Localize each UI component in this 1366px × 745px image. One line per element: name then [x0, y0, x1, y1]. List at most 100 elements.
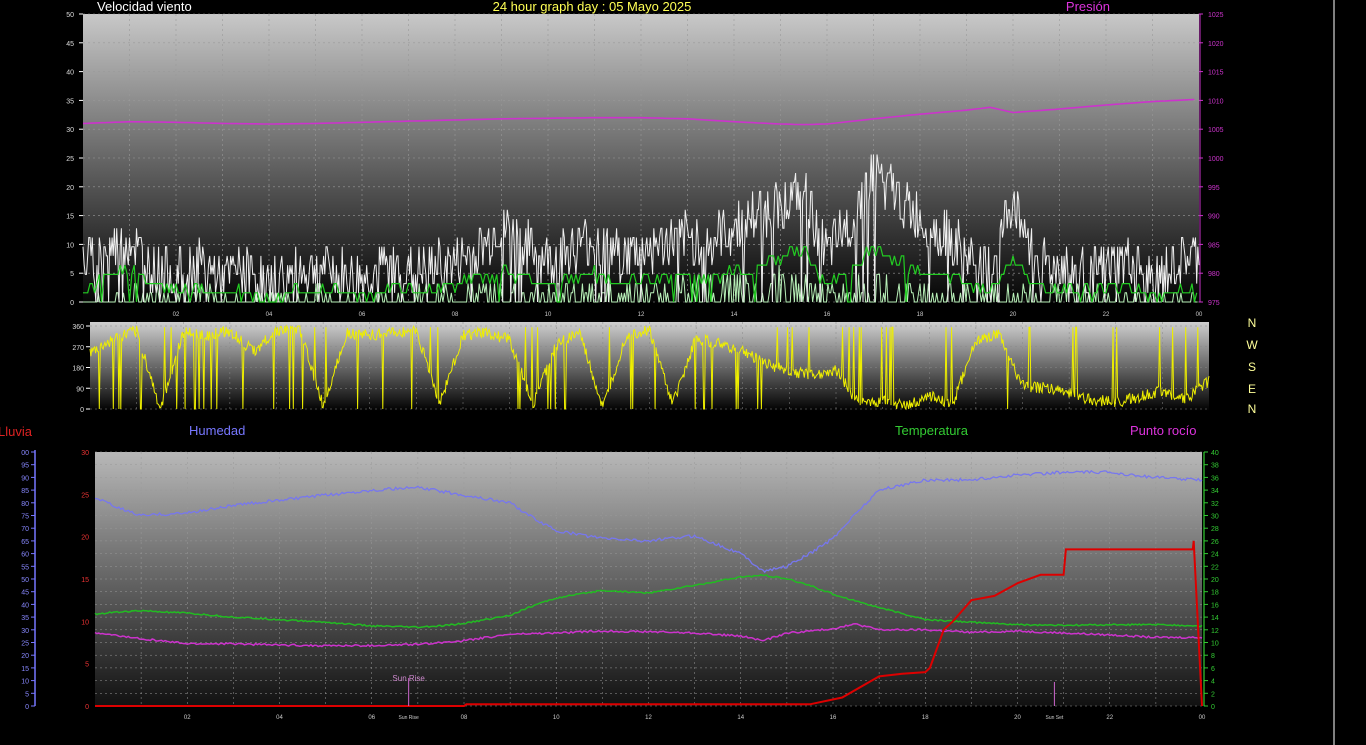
temperature-y-tick: 24 — [1211, 552, 1219, 559]
direction-y-tick: 0 — [80, 407, 84, 414]
wind-x-tick: 00 — [1196, 312, 1203, 318]
humidity-y-tick: 95 — [21, 463, 29, 470]
wind-y-tick: 5 — [70, 271, 74, 278]
temperature-y-tick: 38 — [1211, 463, 1219, 470]
humidity-y-tick: 90 — [21, 475, 29, 482]
pressure-y-tick: 1020 — [1208, 41, 1224, 48]
humidity-y-tick: 65 — [21, 539, 29, 546]
temperature-y-tick: 8 — [1211, 653, 1215, 660]
temp-x-tick: 06 — [368, 715, 375, 721]
compass-s: S — [1248, 360, 1256, 374]
temperature-y-tick: 34 — [1211, 488, 1219, 495]
wind-x-tick: 14 — [731, 312, 738, 318]
compass-n-top: N — [1248, 316, 1257, 330]
compass-n-bottom: N — [1248, 402, 1257, 416]
pressure-y-tick: 1015 — [1208, 70, 1224, 77]
temperature-y-tick: 2 — [1211, 691, 1215, 698]
direction-y-tick: 90 — [76, 386, 84, 393]
humidity-y-tick: 25 — [21, 641, 29, 648]
wind-x-tick: 10 — [545, 312, 552, 318]
wind-x-tick: 08 — [452, 312, 459, 318]
compass-w: W — [1246, 338, 1258, 352]
temperature-y-tick: 40 — [1211, 450, 1219, 457]
humidity-y-tick: 55 — [21, 564, 29, 571]
temperature-y-tick: 30 — [1211, 514, 1219, 521]
direction-axes: 0 90 180 270 360 — [72, 324, 90, 414]
direction-y-tick: 270 — [72, 345, 84, 352]
temperature-y-tick: 6 — [1211, 666, 1215, 673]
temp-x-tick: 04 — [276, 715, 283, 721]
wind-x-tick: 22 — [1103, 312, 1110, 318]
pressure-y-tick: 975 — [1208, 300, 1220, 307]
pressure-y-tick: 985 — [1208, 242, 1220, 249]
temperature-y-tick: 26 — [1211, 539, 1219, 546]
humidity-y-tick: 70 — [21, 526, 29, 533]
humidity-y-tick: 85 — [21, 488, 29, 495]
temp-x-tick: 18 — [922, 715, 929, 721]
temperature-label: Temperatura — [895, 423, 969, 438]
sunset-axis-label: Sun Set — [1046, 715, 1064, 721]
graph-title: 24 hour graph day : 05 Mayo 2025 — [493, 0, 692, 14]
rain-y-tick: 15 — [81, 577, 89, 584]
compass-e: E — [1248, 382, 1256, 396]
rain-y-tick: 20 — [81, 535, 89, 542]
temperature-y-tick: 0 — [1211, 704, 1215, 711]
wind-y-tick: 10 — [66, 242, 74, 249]
wind-y-tick: 25 — [66, 156, 74, 163]
humidity-y-tick: 30 — [21, 628, 29, 635]
wind-y-tick: 45 — [66, 41, 74, 48]
wind-y-tick: 0 — [70, 300, 74, 307]
humidity-y-tick: 15 — [21, 666, 29, 673]
temp-x-tick: 00 — [1199, 715, 1206, 721]
rain-y-tick: 0 — [85, 704, 89, 711]
temp-x-tick: 02 — [184, 715, 191, 721]
wind-x-tick: 18 — [917, 312, 924, 318]
temperature-y-tick: 22 — [1211, 564, 1219, 571]
humidity-y-tick: 35 — [21, 615, 29, 622]
temperature-y-tick: 12 — [1211, 628, 1219, 635]
wind-x-tick: 02 — [173, 312, 180, 318]
humidity-y-tick: 60 — [21, 552, 29, 559]
humidity-y-tick: 00 — [21, 450, 29, 457]
wind-x-tick: 12 — [638, 312, 645, 318]
pressure-y-tick: 1025 — [1208, 12, 1224, 19]
temperature-y-tick: 14 — [1211, 615, 1219, 622]
wind-y-tick: 15 — [66, 214, 74, 221]
temp-x-tick: 22 — [1106, 715, 1113, 721]
temperature-y-tick: 16 — [1211, 602, 1219, 609]
direction-y-tick: 180 — [72, 366, 84, 373]
pressure-y-tick: 980 — [1208, 271, 1220, 278]
wind-x-tick: 16 — [824, 312, 831, 318]
pressure-y-tick: 1000 — [1208, 156, 1224, 163]
dewpoint-label: Punto rocío — [1130, 423, 1197, 438]
wind-speed-label: Velocidad viento — [97, 0, 192, 14]
temperature-y-tick: 4 — [1211, 679, 1215, 686]
rain-y-tick: 30 — [81, 450, 89, 457]
temp-x-tick: 14 — [737, 715, 744, 721]
pressure-y-tick: 990 — [1208, 214, 1220, 221]
temperature-y-tick: 32 — [1211, 501, 1219, 508]
sunrise-axis-label: Sun Rise — [399, 715, 420, 721]
temperature-y-tick: 36 — [1211, 475, 1219, 482]
wind-y-tick: 35 — [66, 98, 74, 105]
wind-y-tick: 40 — [66, 70, 74, 77]
rain-label: Lluvia — [0, 424, 33, 439]
humidity-y-tick: 5 — [25, 691, 29, 698]
sunrise-label: Sun Rise — [392, 674, 425, 683]
humidity-y-tick: 20 — [21, 653, 29, 660]
temperature-y-tick: 10 — [1211, 641, 1219, 648]
pressure-label: Presión — [1066, 0, 1110, 14]
temp-x-tick: 20 — [1014, 715, 1021, 721]
temp-x-tick: 10 — [553, 715, 560, 721]
humidity-y-tick: 50 — [21, 577, 29, 584]
temp-x-tick: 12 — [645, 715, 652, 721]
temperature-y-tick: 20 — [1211, 577, 1219, 584]
wind-x-tick: 04 — [266, 312, 273, 318]
wind-y-tick: 30 — [66, 127, 74, 134]
rain-y-tick: 25 — [81, 492, 89, 499]
temp-x-tick: 08 — [461, 715, 468, 721]
wind-x-tick: 20 — [1010, 312, 1017, 318]
pressure-y-tick: 1005 — [1208, 127, 1224, 134]
humidity-y-tick: 80 — [21, 501, 29, 508]
rain-y-tick: 5 — [85, 662, 89, 669]
